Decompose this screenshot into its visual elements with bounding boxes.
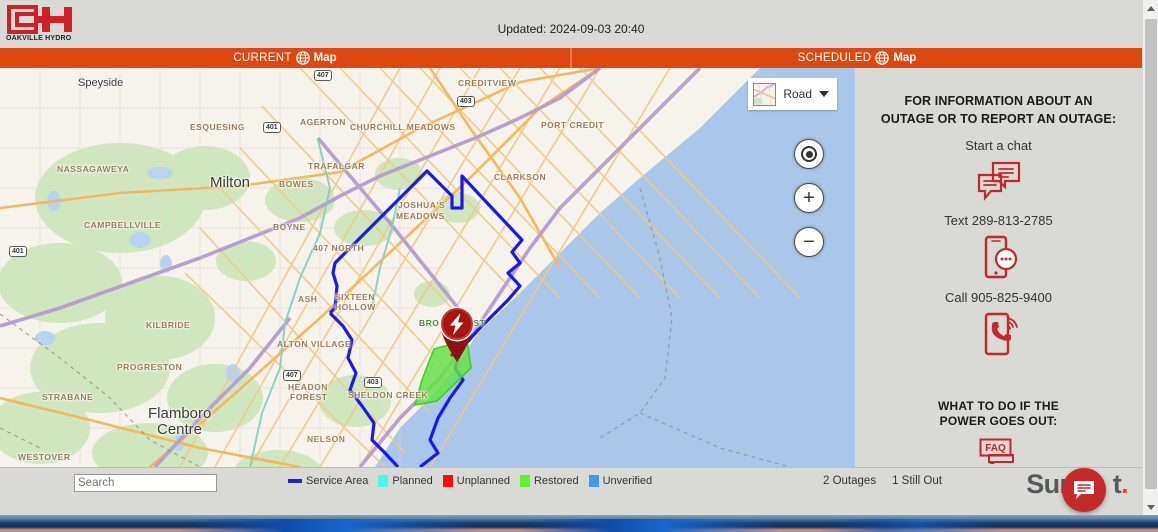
highway-shield: 401	[263, 122, 281, 133]
strip-streak	[180, 519, 480, 532]
plus-icon: +	[803, 187, 815, 209]
brand-text-b: t	[1112, 469, 1122, 499]
legend-swatch	[288, 479, 302, 483]
scrollbar-thumb[interactable]	[1145, 19, 1157, 489]
crosshair-icon	[801, 146, 817, 162]
legend-label: Unplanned	[456, 475, 510, 487]
phone-call-icon[interactable]	[977, 311, 1021, 357]
legend-item-unplanned: Unplanned	[442, 475, 510, 487]
map-type-selector[interactable]: Road	[748, 78, 837, 110]
legend-label: Service Area	[306, 475, 369, 487]
legend-label: Planned	[392, 475, 433, 487]
minus-icon: −	[803, 231, 815, 253]
chevron-down-icon	[819, 91, 829, 97]
legend-item-service-area: Service Area	[288, 475, 368, 487]
map-bottom-bar: Service Area Planned Unplanned Restored …	[0, 467, 1142, 515]
map-thumbnail-icon	[753, 82, 777, 106]
brand-dot: .	[1121, 469, 1128, 499]
highway-shield: 403	[364, 377, 382, 388]
strip-streak	[520, 519, 780, 532]
svg-text:FAQ: FAQ	[985, 443, 1006, 454]
still-out-count: 1 Still Out	[892, 475, 942, 487]
page-header: OAKVILLE HYDRO Updated: 2024-09-03 20:40	[0, 0, 1142, 48]
legend-item-planned: Planned	[378, 475, 433, 487]
faq-icon[interactable]: FAQ	[979, 438, 1019, 464]
map-tiles	[0, 68, 855, 467]
last-updated-timestamp: Updated: 2024-09-03 20:40	[497, 22, 645, 36]
sidebar-heading-line2: OUTAGE OR TO REPORT AN OUTAGE:	[880, 112, 1117, 126]
chat-bubbles-icon[interactable]	[975, 159, 1023, 203]
zoom-in-button[interactable]: +	[794, 183, 824, 213]
outages-count: 2 Outages	[823, 475, 877, 487]
start-chat-label: Start a chat	[965, 138, 1032, 153]
tab-current-map-label: Map	[313, 52, 337, 64]
legend-label: Restored	[533, 475, 579, 487]
highway-shield: 407	[314, 70, 332, 81]
text-message-phone-icon[interactable]	[977, 234, 1021, 280]
scroll-up-button[interactable]	[1143, 0, 1158, 17]
tab-scheduled-map[interactable]: SCHEDULED Map	[572, 48, 1142, 68]
highway-shield: 403	[457, 96, 475, 107]
legend-swatch	[588, 475, 599, 487]
globe-icon	[875, 51, 890, 65]
highway-shield: 401	[9, 246, 27, 257]
tab-scheduled-label: SCHEDULED	[797, 52, 872, 64]
page-bottom-image-strip	[0, 515, 1158, 532]
info-sidebar: FOR INFORMATION ABOUT AN OUTAGE OR TO RE…	[855, 68, 1142, 467]
highway-shield: 407	[283, 370, 301, 381]
logo-wordmark: OAKVILLE HYDRO	[6, 35, 72, 42]
tab-current-map[interactable]: CURRENT Map	[0, 48, 572, 68]
triangle-down-icon	[1147, 505, 1155, 510]
page-scrollbar[interactable]	[1142, 0, 1158, 516]
faq-heading-line1: WHAT TO DO IF THE	[938, 399, 1059, 413]
chat-icon	[1074, 481, 1094, 499]
survey-chat-button[interactable]	[1062, 468, 1106, 512]
text-number-label: Text 289-813-2785	[944, 213, 1053, 228]
globe-icon	[295, 51, 310, 65]
map-type-label: Road	[783, 87, 812, 101]
sidebar-heading-line1: FOR INFORMATION ABOUT AN	[904, 94, 1093, 108]
map-legend: Service Area Planned Unplanned Restored …	[288, 475, 656, 487]
outage-map-page: OAKVILLE HYDRO Updated: 2024-09-03 20:40…	[0, 0, 1158, 532]
triangle-up-icon	[1147, 6, 1155, 11]
search-input[interactable]	[74, 474, 217, 492]
legend-swatch	[519, 475, 530, 487]
scroll-down-button[interactable]	[1143, 499, 1158, 516]
zoom-out-button[interactable]: −	[794, 227, 824, 257]
legend-label: Unverified	[602, 475, 653, 487]
call-number-label: Call 905-825-9400	[945, 290, 1052, 305]
legend-swatch	[378, 475, 389, 487]
legend-item-unverified: Unverified	[588, 475, 653, 487]
strip-streak	[820, 519, 1000, 532]
outage-map-canvas[interactable]: Speyside ESQUESING NASSAGAWEYA Milton CA…	[0, 68, 855, 467]
outage-nav-bar: CURRENT Map SCHEDULED Map	[0, 48, 1142, 68]
faq-heading-line2: POWER GOES OUT:	[939, 414, 1058, 428]
legend-swatch	[442, 475, 453, 487]
tab-scheduled-map-label: Map	[893, 52, 917, 64]
locate-me-button[interactable]	[794, 139, 824, 169]
outage-counts: 2 Outages 1 Still Out	[823, 475, 942, 487]
tab-current-label: CURRENT	[233, 52, 292, 64]
legend-item-restored: Restored	[519, 475, 579, 487]
